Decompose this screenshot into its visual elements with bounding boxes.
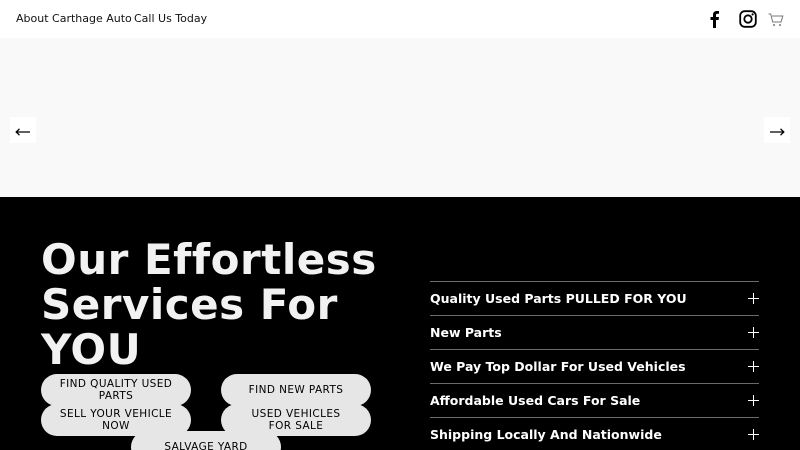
- services-section: Our Effortless Services For YOU FIND QUA…: [0, 197, 800, 450]
- accordion-label: Affordable Used Cars For Sale: [430, 393, 641, 408]
- accordion-item-used-parts[interactable]: Quality Used Parts PULLED FOR YOU: [430, 281, 759, 315]
- nav-link-about[interactable]: About Carthage Auto: [16, 12, 132, 25]
- accordion-label: Shipping Locally And Nationwide: [430, 427, 662, 442]
- accordion-item-shipping[interactable]: Shipping Locally And Nationwide: [430, 417, 759, 450]
- plus-icon: [748, 395, 759, 406]
- cart-icon[interactable]: [765, 9, 787, 31]
- find-new-parts-button[interactable]: FIND NEW PARTS: [221, 374, 371, 406]
- hero-slideshow: [0, 38, 800, 197]
- services-heading: Our Effortless Services For YOU: [41, 235, 377, 374]
- accordion-item-new-parts[interactable]: New Parts: [430, 315, 759, 349]
- accordion-label: We Pay Top Dollar For Used Vehicles: [430, 359, 686, 374]
- arrow-left-icon: [15, 121, 31, 140]
- arrow-right-icon: [769, 121, 785, 140]
- accordion-item-used-cars[interactable]: Affordable Used Cars For Sale: [430, 383, 759, 417]
- accordion-label: New Parts: [430, 325, 502, 340]
- slideshow-prev-button[interactable]: [10, 117, 36, 143]
- accordion-label: Quality Used Parts PULLED FOR YOU: [430, 291, 687, 306]
- services-accordion: Quality Used Parts PULLED FOR YOU New Pa…: [430, 281, 759, 450]
- header: About Carthage Auto Call Us Today: [0, 0, 800, 38]
- find-used-parts-button[interactable]: FIND QUALITY USED PARTS: [41, 374, 191, 406]
- salvage-yard-button[interactable]: SALVAGE YARD: [131, 431, 281, 450]
- accordion-item-top-dollar[interactable]: We Pay Top Dollar For Used Vehicles: [430, 349, 759, 383]
- plus-icon: [748, 293, 759, 304]
- nav-link-call[interactable]: Call Us Today: [134, 12, 207, 25]
- plus-icon: [748, 327, 759, 338]
- plus-icon: [748, 429, 759, 440]
- instagram-icon[interactable]: [737, 8, 759, 30]
- slideshow-next-button[interactable]: [764, 117, 790, 143]
- facebook-icon[interactable]: [703, 8, 725, 30]
- plus-icon: [748, 361, 759, 372]
